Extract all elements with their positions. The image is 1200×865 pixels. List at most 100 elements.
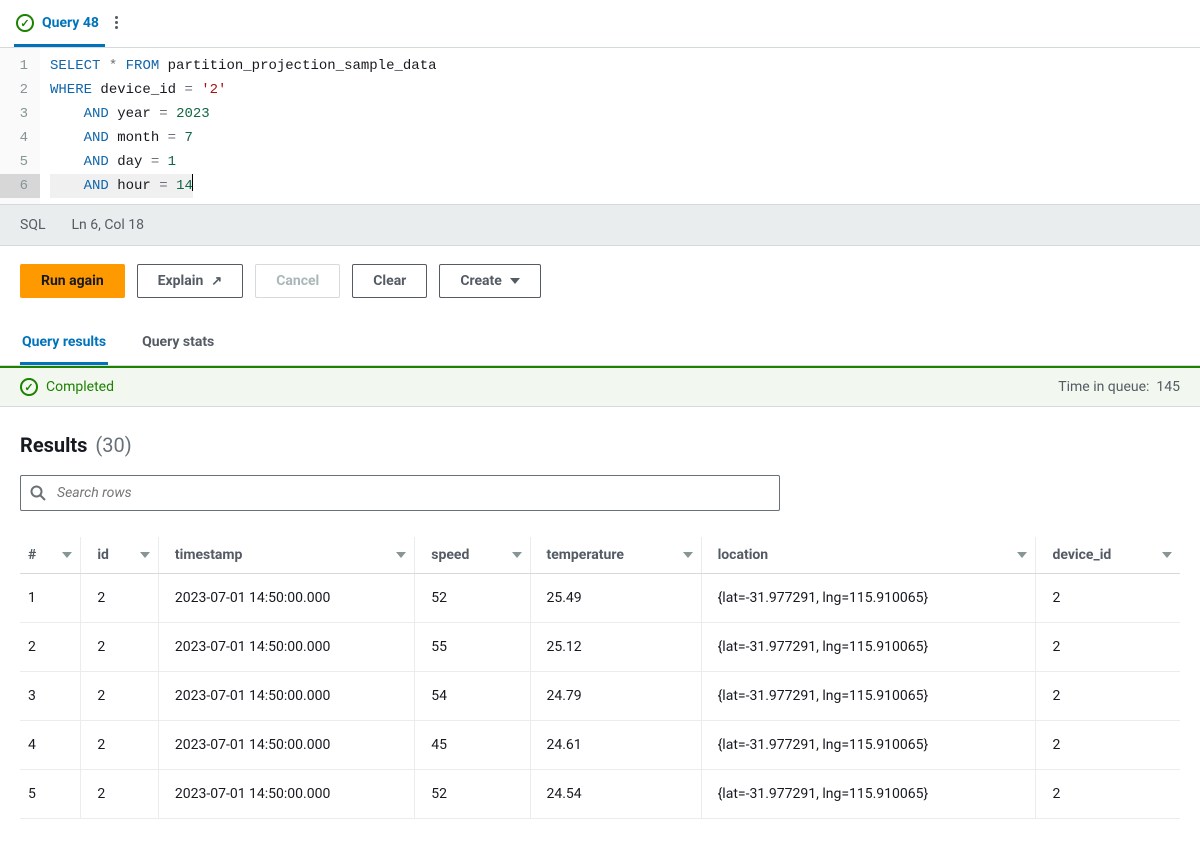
column-header[interactable]: device_id (1036, 537, 1180, 574)
status-banner: ✓ Completed Time in queue: 145 (0, 366, 1200, 407)
cell-temperature: 24.79 (530, 672, 701, 721)
code-line[interactable]: AND day = 1 (50, 150, 1190, 174)
column-header[interactable]: id (81, 537, 159, 574)
cell-timestamp: 2023-07-01 14:50:00.000 (158, 770, 414, 819)
column-label: speed (431, 547, 469, 563)
gutter-line: 4 (10, 126, 28, 150)
table-row[interactable]: 122023-07-01 14:50:00.0005225.49{lat=-31… (20, 574, 1180, 623)
results-search (20, 475, 780, 511)
external-link-icon: ↗ (211, 274, 222, 289)
column-header[interactable]: timestamp (158, 537, 414, 574)
cell-location: {lat=-31.977291, lng=115.910065} (701, 574, 1036, 623)
cell-temperature: 25.12 (530, 623, 701, 672)
cell-speed: 52 (415, 574, 530, 623)
column-label: device_id (1052, 547, 1111, 563)
create-button[interactable]: Create (439, 264, 541, 298)
column-label: timestamp (175, 547, 243, 563)
code-line[interactable]: AND year = 2023 (50, 102, 1190, 126)
caret-down-icon (510, 278, 520, 284)
status-text: Completed (46, 379, 114, 395)
cell-n: 3 (20, 672, 81, 721)
column-header[interactable]: # (20, 537, 81, 574)
cell-id: 2 (81, 672, 159, 721)
tab-query-stats[interactable]: Query stats (140, 322, 216, 365)
sort-caret-icon[interactable] (683, 552, 693, 558)
gutter-line: 6 (0, 174, 40, 198)
code-line[interactable]: SELECT * FROM partition_projection_sampl… (50, 54, 1190, 78)
table-row[interactable]: 522023-07-01 14:50:00.0005224.54{lat=-31… (20, 770, 1180, 819)
explain-button[interactable]: Explain ↗ (137, 264, 244, 298)
column-header[interactable]: temperature (530, 537, 701, 574)
editor-code[interactable]: SELECT * FROM partition_projection_sampl… (40, 48, 1200, 204)
explain-label: Explain (158, 273, 204, 289)
cell-temperature: 24.61 (530, 721, 701, 770)
cell-id: 2 (81, 623, 159, 672)
editor-language: SQL (20, 217, 45, 233)
clear-button[interactable]: Clear (352, 264, 427, 298)
queue-time-value: 145 (1156, 379, 1180, 395)
cell-id: 2 (81, 721, 159, 770)
code-line[interactable]: WHERE device_id = '2' (50, 78, 1190, 102)
column-label: # (28, 547, 36, 563)
query-tabs: ✓ Query 48 (0, 0, 1200, 48)
cell-id: 2 (81, 574, 159, 623)
cell-location: {lat=-31.977291, lng=115.910065} (701, 770, 1036, 819)
cell-temperature: 24.54 (530, 770, 701, 819)
sort-caret-icon[interactable] (1017, 552, 1027, 558)
cell-location: {lat=-31.977291, lng=115.910065} (701, 672, 1036, 721)
sort-caret-icon[interactable] (396, 552, 406, 558)
sort-caret-icon[interactable] (512, 552, 522, 558)
gutter-line: 2 (10, 78, 28, 102)
results-table: # id timestamp speed temperaturelocation devi… (20, 537, 1180, 819)
results-title-text: Results (20, 433, 87, 457)
query-tab-label: Query 48 (42, 15, 99, 31)
column-label: id (97, 547, 109, 563)
gutter-line: 5 (10, 150, 28, 174)
cell-timestamp: 2023-07-01 14:50:00.000 (158, 672, 414, 721)
cell-speed: 54 (415, 672, 530, 721)
table-row[interactable]: 222023-07-01 14:50:00.0005525.12{lat=-31… (20, 623, 1180, 672)
cancel-button: Cancel (255, 264, 340, 298)
action-bar: Run again Explain ↗ Cancel Clear Create (0, 246, 1200, 322)
code-line[interactable]: AND month = 7 (50, 126, 1190, 150)
cell-speed: 55 (415, 623, 530, 672)
sort-caret-icon[interactable] (62, 552, 72, 558)
sort-caret-icon[interactable] (140, 552, 150, 558)
search-input[interactable] (20, 475, 780, 511)
results-count: (30) (95, 433, 131, 457)
cell-device_id: 2 (1036, 721, 1180, 770)
results-title: Results (30) (20, 433, 1180, 457)
code-line[interactable]: AND hour = 14 (50, 174, 1190, 198)
results-tabs: Query results Query stats (0, 322, 1200, 366)
queue-time-label: Time in queue: (1058, 379, 1149, 395)
cell-n: 2 (20, 623, 81, 672)
cell-speed: 52 (415, 770, 530, 819)
cell-timestamp: 2023-07-01 14:50:00.000 (158, 623, 414, 672)
cell-device_id: 2 (1036, 672, 1180, 721)
kebab-icon[interactable] (111, 16, 122, 41)
sql-editor[interactable]: 123456 SELECT * FROM partition_projectio… (0, 48, 1200, 204)
column-header[interactable]: location (701, 537, 1036, 574)
gutter-line: 1 (10, 54, 28, 78)
table-row[interactable]: 322023-07-01 14:50:00.0005424.79{lat=-31… (20, 672, 1180, 721)
tab-query-results[interactable]: Query results (20, 322, 108, 365)
cell-n: 5 (20, 770, 81, 819)
cell-device_id: 2 (1036, 623, 1180, 672)
editor-statusbar: SQL Ln 6, Col 18 (0, 204, 1200, 246)
queue-time: Time in queue: 145 (1058, 379, 1180, 395)
gutter-line: 3 (10, 102, 28, 126)
table-row[interactable]: 422023-07-01 14:50:00.0004524.61{lat=-31… (20, 721, 1180, 770)
cell-n: 4 (20, 721, 81, 770)
column-header[interactable]: speed (415, 537, 530, 574)
editor-cursor-pos: Ln 6, Col 18 (71, 217, 144, 233)
cell-location: {lat=-31.977291, lng=115.910065} (701, 623, 1036, 672)
cell-device_id: 2 (1036, 770, 1180, 819)
cell-timestamp: 2023-07-01 14:50:00.000 (158, 574, 414, 623)
run-again-button[interactable]: Run again (20, 264, 125, 298)
cell-speed: 45 (415, 721, 530, 770)
create-label: Create (460, 273, 502, 289)
sort-caret-icon[interactable] (1162, 552, 1172, 558)
query-tab-active[interactable]: ✓ Query 48 (14, 10, 105, 47)
check-circle-icon: ✓ (16, 14, 34, 32)
check-circle-icon: ✓ (20, 378, 38, 396)
